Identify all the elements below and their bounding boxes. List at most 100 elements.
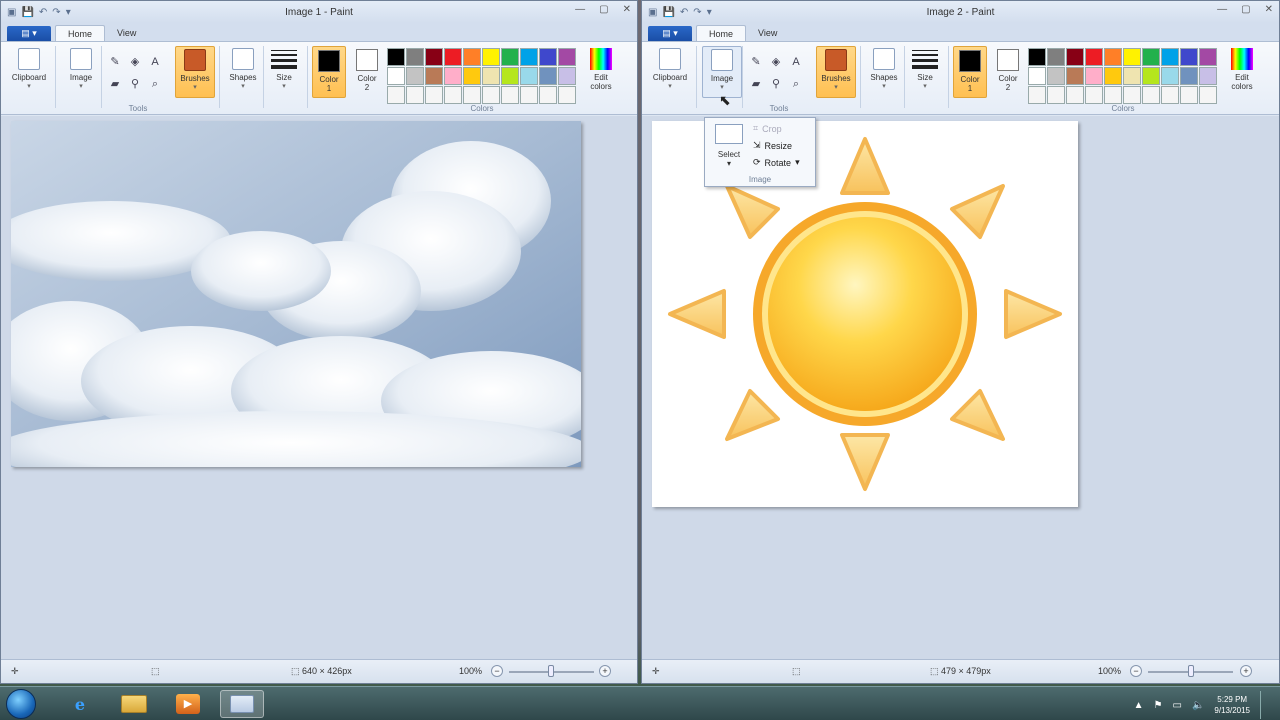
zoom-out-button[interactable]: − (491, 665, 503, 677)
minimize-button[interactable]: — (1217, 4, 1227, 15)
palette-swatch[interactable] (558, 86, 576, 104)
palette-swatch[interactable] (558, 48, 576, 66)
palette-swatch[interactable] (425, 67, 443, 85)
color2-button[interactable]: Color 2 (350, 46, 384, 98)
tab-view[interactable]: View (746, 25, 789, 41)
palette-swatch[interactable] (539, 67, 557, 85)
fill-icon[interactable]: ◈ (127, 54, 143, 70)
action-center-icon[interactable]: ⚑ (1154, 700, 1163, 711)
palette-swatch[interactable] (1123, 86, 1141, 104)
palette-swatch[interactable] (463, 67, 481, 85)
palette-swatch[interactable] (463, 48, 481, 66)
magnifier-icon[interactable]: ⌕ (147, 76, 163, 92)
media-player-icon[interactable]: ▶ (166, 690, 210, 718)
resize-button[interactable]: ⇲ Resize (753, 140, 792, 151)
palette-swatch[interactable] (444, 67, 462, 85)
palette-swatch[interactable] (463, 86, 481, 104)
close-button[interactable]: ✕ (623, 4, 631, 15)
crop-button[interactable]: ⌗ Crop (753, 123, 782, 134)
palette-swatch[interactable] (482, 67, 500, 85)
shapes-button[interactable]: Shapes ▾ (223, 46, 263, 98)
pencil-icon[interactable]: ✎ (748, 54, 764, 70)
palette-swatch[interactable] (1123, 48, 1141, 66)
volume-icon[interactable]: 🔈 (1192, 700, 1204, 711)
palette-swatch[interactable] (1161, 48, 1179, 66)
edit-colors-button[interactable]: Edit colors (1224, 46, 1260, 98)
palette-swatch[interactable] (482, 86, 500, 104)
text-icon[interactable]: A (788, 54, 804, 70)
palette-swatch[interactable] (501, 86, 519, 104)
file-explorer-icon[interactable] (112, 690, 156, 718)
zoom-slider-thumb[interactable] (548, 665, 554, 677)
zoom-in-button[interactable]: + (1240, 665, 1252, 677)
palette-swatch[interactable] (539, 48, 557, 66)
rotate-button[interactable]: ⟳ Rotate ▾ (753, 157, 800, 168)
palette-swatch[interactable] (1047, 48, 1065, 66)
zoom-in-button[interactable]: + (599, 665, 611, 677)
brushes-button[interactable]: Brushes ▾ (175, 46, 215, 98)
palette-swatch[interactable] (1180, 67, 1198, 85)
pencil-icon[interactable]: ✎ (107, 54, 123, 70)
paint-menu-button[interactable]: ▤ ▾ (7, 26, 51, 41)
select-button[interactable]: Select ▾ (711, 150, 747, 168)
palette-swatch[interactable] (387, 86, 405, 104)
palette-swatch[interactable] (520, 48, 538, 66)
palette-swatch[interactable] (1047, 86, 1065, 104)
palette-swatch[interactable] (1028, 67, 1046, 85)
palette-swatch[interactable] (1066, 67, 1084, 85)
clipboard-button[interactable]: Clipboard ▾ (650, 46, 690, 98)
palette-swatch[interactable] (1104, 67, 1122, 85)
fill-icon[interactable]: ◈ (768, 54, 784, 70)
maximize-button[interactable]: ▢ (1241, 4, 1250, 15)
palette-swatch[interactable] (1161, 67, 1179, 85)
palette-swatch[interactable] (1066, 48, 1084, 66)
shapes-button[interactable]: Shapes ▾ (864, 46, 904, 98)
palette-swatch[interactable] (1180, 48, 1198, 66)
palette-swatch[interactable] (1123, 67, 1141, 85)
clouds-image[interactable] (11, 121, 581, 467)
eraser-icon[interactable]: ▰ (748, 76, 764, 92)
palette-swatch[interactable] (1142, 67, 1160, 85)
paint-taskbar-button[interactable] (220, 690, 264, 718)
palette-swatch[interactable] (1104, 48, 1122, 66)
start-button[interactable] (6, 689, 36, 719)
palette-swatch[interactable] (1142, 48, 1160, 66)
palette-swatch[interactable] (425, 48, 443, 66)
color2-button[interactable]: Color 2 (991, 46, 1025, 98)
network-icon[interactable]: ▭ (1173, 700, 1182, 711)
select-icon[interactable] (715, 124, 743, 144)
zoom-slider-thumb[interactable] (1188, 665, 1194, 677)
zoom-out-button[interactable]: − (1130, 665, 1142, 677)
palette-swatch[interactable] (1180, 86, 1198, 104)
tab-home[interactable]: Home (55, 25, 106, 41)
show-desktop-button[interactable] (1260, 691, 1270, 719)
palette-swatch[interactable] (406, 48, 424, 66)
minimize-button[interactable]: — (575, 4, 585, 15)
palette-swatch[interactable] (425, 86, 443, 104)
palette-swatch[interactable] (539, 86, 557, 104)
palette-swatch[interactable] (406, 67, 424, 85)
palette-swatch[interactable] (1142, 86, 1160, 104)
brushes-button[interactable]: Brushes ▾ (816, 46, 856, 98)
palette-swatch[interactable] (520, 67, 538, 85)
palette-swatch[interactable] (1199, 86, 1217, 104)
clock[interactable]: 5:29 PM 9/13/2015 (1214, 694, 1250, 716)
clipboard-button[interactable]: Clipboard ▾ (9, 46, 49, 98)
tab-home[interactable]: Home (696, 25, 747, 41)
palette-swatch[interactable] (1085, 48, 1103, 66)
edit-colors-button[interactable]: Edit colors (583, 46, 619, 98)
close-button[interactable]: ✕ (1265, 4, 1273, 15)
show-hidden-icons-icon[interactable]: ▲ (1134, 700, 1144, 711)
color-picker-icon[interactable]: ⚲ (127, 76, 143, 92)
palette-swatch[interactable] (1047, 67, 1065, 85)
palette-swatch[interactable] (387, 67, 405, 85)
title-bar[interactable]: ▣ 💾 ↶ ↷ ▾ Image 2 - Paint — ▢ ✕ (642, 1, 1279, 23)
title-bar[interactable]: ▣ 💾 ↶ ↷ ▾ Image 1 - Paint — ▢ ✕ (1, 1, 637, 23)
maximize-button[interactable]: ▢ (599, 4, 608, 15)
internet-explorer-icon[interactable]: e (58, 690, 102, 718)
palette-swatch[interactable] (387, 48, 405, 66)
palette-swatch[interactable] (1028, 86, 1046, 104)
image-button[interactable]: Image ▾ (702, 46, 742, 98)
palette-swatch[interactable] (406, 86, 424, 104)
paint-menu-button[interactable]: ▤ ▾ (648, 26, 692, 41)
